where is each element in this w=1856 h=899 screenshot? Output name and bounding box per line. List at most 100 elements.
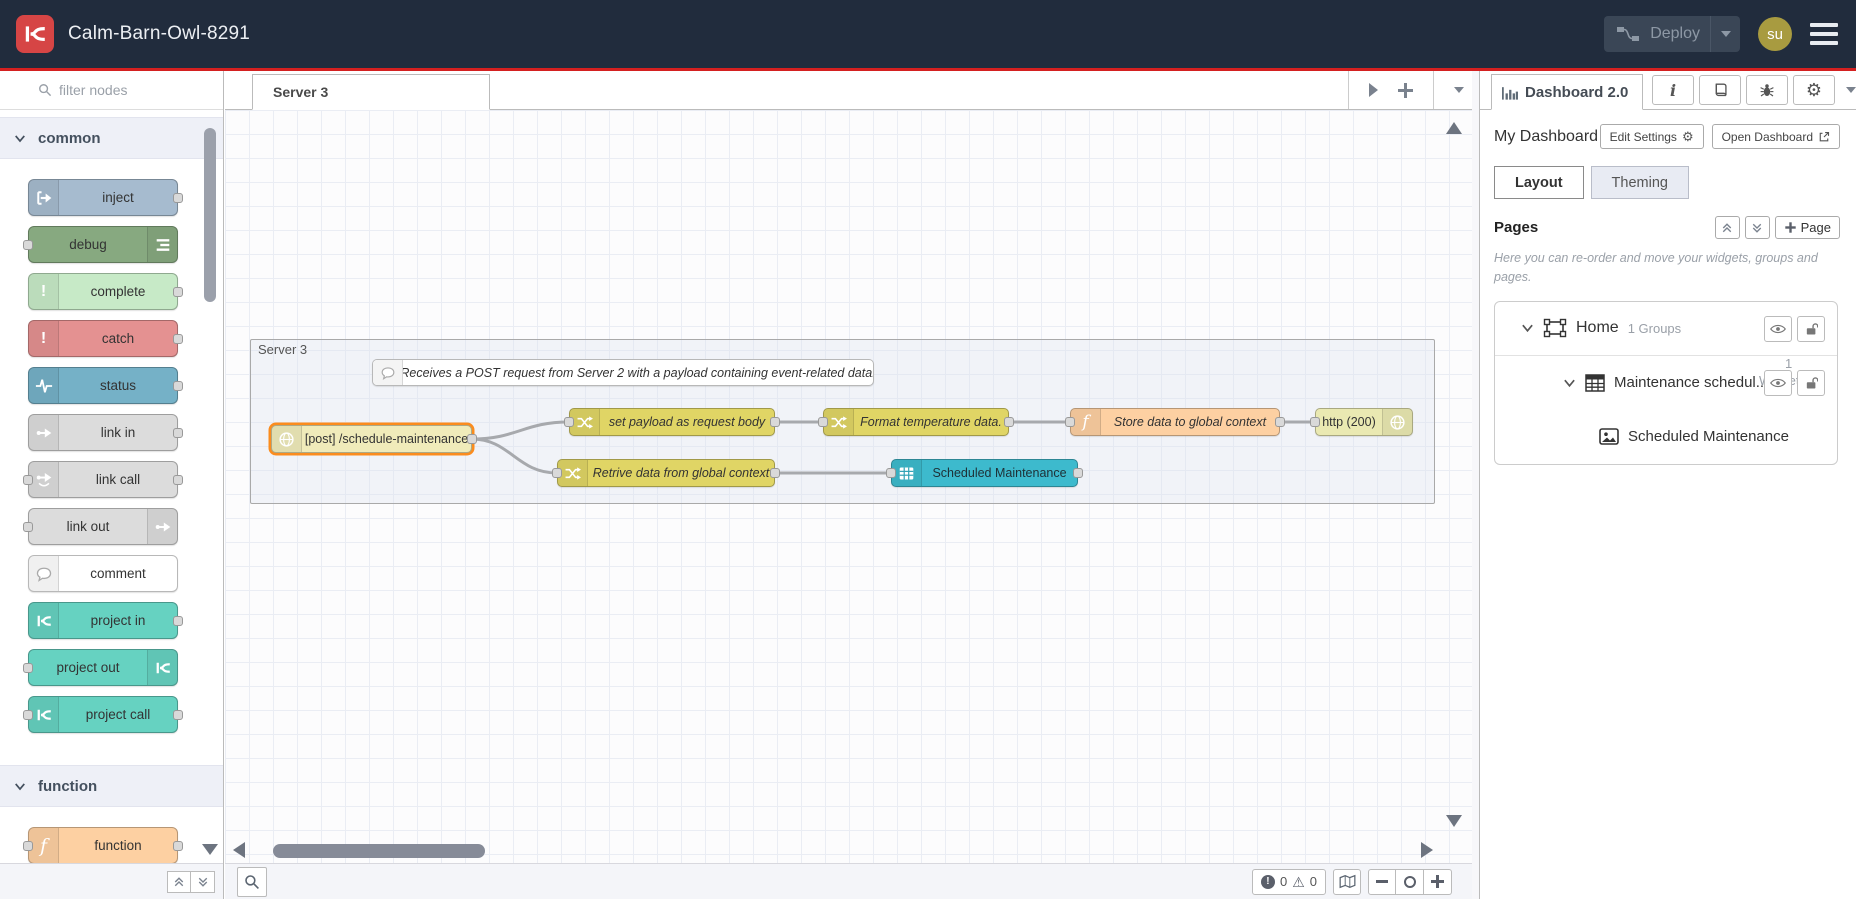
- palette-node-project-in[interactable]: project in: [28, 602, 183, 639]
- palette-scrollbar-thumb[interactable]: [204, 128, 216, 302]
- app-title: Calm-Barn-Owl-8291: [68, 23, 251, 44]
- palette-node-comment[interactable]: comment: [28, 555, 178, 592]
- book-icon: [1715, 83, 1727, 97]
- globe-icon: [272, 426, 302, 452]
- node-input-port[interactable]: [886, 468, 896, 478]
- expand-pages-button[interactable]: [1744, 216, 1770, 239]
- table-icon: [892, 460, 922, 486]
- sidebar-tabbar: Dashboard 2.0 i ⚙: [1480, 71, 1856, 110]
- palette-node-function[interactable]: f function: [23, 827, 183, 864]
- chevron-down-icon[interactable]: [1563, 378, 1576, 388]
- flow-node-table-widget[interactable]: Scheduled Maintenance: [886, 459, 1083, 487]
- flow-node-store-global[interactable]: f Store data to global context: [1065, 408, 1285, 436]
- canvas-scroll-right-icon[interactable]: [1421, 842, 1433, 858]
- canvas-scroll-down-icon[interactable]: [1446, 815, 1462, 827]
- flow-node-http-in[interactable]: [post] /schedule-maintenance: [271, 425, 477, 453]
- sidebar-tabs-caret-icon[interactable]: [1846, 87, 1856, 93]
- palette-node-debug[interactable]: debug: [23, 226, 178, 263]
- visibility-button[interactable]: [1764, 315, 1792, 342]
- palette-category-function[interactable]: function: [0, 765, 223, 807]
- external-link-icon: [1819, 131, 1830, 141]
- lock-button[interactable]: [1797, 369, 1825, 396]
- node-input-port[interactable]: [552, 468, 562, 478]
- node-input-port[interactable]: [1065, 417, 1075, 427]
- sidebar-tab-dashboard[interactable]: Dashboard 2.0: [1491, 74, 1643, 110]
- node-output-port[interactable]: [770, 417, 780, 427]
- main-menu-icon[interactable]: [1810, 23, 1838, 45]
- palette-search[interactable]: [0, 71, 223, 110]
- tree-row-home[interactable]: Home 1 Groups: [1495, 302, 1837, 356]
- canvas-scroll-up-icon[interactable]: [1446, 122, 1462, 134]
- sidebar-splitter[interactable]: [1472, 71, 1479, 899]
- debug-tab-button[interactable]: [1746, 75, 1788, 105]
- flow-tab-server3[interactable]: Server 3: [252, 74, 490, 110]
- canvas-scroll-left-icon[interactable]: [233, 842, 245, 858]
- flow-list-caret-icon[interactable]: [1454, 87, 1464, 93]
- node-input-port[interactable]: [1310, 417, 1320, 427]
- tab-theming[interactable]: Theming: [1590, 166, 1689, 199]
- navigator-button[interactable]: [1333, 868, 1361, 895]
- tab-layout[interactable]: Layout: [1494, 166, 1584, 199]
- expand-all-button[interactable]: [191, 870, 215, 893]
- tree-row-widget[interactable]: Scheduled Maintenance: [1495, 410, 1837, 464]
- palette-node-complete[interactable]: ! complete: [28, 273, 183, 310]
- info-tab-button[interactable]: i: [1652, 75, 1694, 105]
- pages-help-text: Here you can re-order and move your widg…: [1494, 251, 1818, 285]
- notification-counts[interactable]: ! 0 ⚠ 0: [1251, 868, 1326, 895]
- edit-settings-button[interactable]: Edit Settings ⚙: [1599, 124, 1704, 149]
- collapse-pages-button[interactable]: [1714, 216, 1740, 239]
- chevron-down-icon[interactable]: [1521, 323, 1534, 333]
- palette-category-common[interactable]: common: [0, 117, 223, 159]
- flow-node-retrieve-global[interactable]: Retrive data from global context: [552, 459, 780, 487]
- palette-node-inject[interactable]: inject: [28, 179, 183, 216]
- help-tab-button[interactable]: [1699, 75, 1741, 105]
- node-output-port[interactable]: [467, 434, 477, 444]
- canvas-hscrollbar-thumb[interactable]: [273, 844, 485, 858]
- zoom-in-button[interactable]: [1424, 868, 1452, 895]
- lock-button[interactable]: [1797, 315, 1825, 342]
- palette-scroll-down-icon[interactable]: [202, 844, 218, 855]
- user-avatar[interactable]: su: [1758, 17, 1792, 51]
- group-label: Maintenance schedul...: [1614, 374, 1769, 392]
- palette-node-link-call[interactable]: link call: [23, 461, 183, 498]
- palette-node-project-call[interactable]: project call: [23, 696, 183, 733]
- config-tab-button[interactable]: ⚙: [1793, 75, 1835, 105]
- node-input-port: [23, 840, 33, 851]
- collapse-all-button[interactable]: [167, 870, 191, 893]
- double-chevron-down-icon: [1752, 223, 1762, 233]
- palette-node-link-out[interactable]: link out: [23, 508, 178, 545]
- flow-node-http-response[interactable]: http (200): [1310, 408, 1413, 436]
- map-icon: [1339, 874, 1355, 889]
- palette-node-project-out[interactable]: project out: [23, 649, 178, 686]
- node-output-port[interactable]: [1275, 417, 1285, 427]
- palette-node-catch[interactable]: ! catch: [28, 320, 183, 357]
- change-shuffle-icon: [558, 460, 588, 486]
- pages-tree: Home 1 Groups Maintenance schedul... 1 S…: [1494, 300, 1838, 465]
- flow-node-format-temperature[interactable]: Format temperature data.: [818, 408, 1014, 436]
- filter-nodes-input[interactable]: [59, 82, 179, 98]
- node-output-port[interactable]: [770, 468, 780, 478]
- pages-heading: Pages: [1494, 219, 1539, 236]
- link-call-icon: [29, 462, 59, 497]
- flow-node-comment[interactable]: Receives a POST request from Server 2 wi…: [372, 359, 874, 386]
- function-icon: f: [29, 828, 59, 863]
- node-output-port[interactable]: [1073, 468, 1083, 478]
- add-flow-icon[interactable]: [1398, 82, 1413, 98]
- deploy-options-button[interactable]: [1710, 16, 1740, 52]
- visibility-button[interactable]: [1764, 369, 1792, 396]
- deploy-button[interactable]: Deploy: [1604, 16, 1740, 52]
- node-input-port[interactable]: [818, 417, 828, 427]
- palette-node-link-in[interactable]: link in: [28, 414, 183, 451]
- open-dashboard-button[interactable]: Open Dashboard: [1711, 124, 1840, 149]
- zoom-out-button[interactable]: [1368, 868, 1396, 895]
- palette-node-status[interactable]: status: [28, 367, 183, 404]
- add-page-button[interactable]: Page: [1774, 216, 1840, 239]
- zoom-reset-button[interactable]: [1396, 868, 1424, 895]
- flow-node-set-payload[interactable]: set payload as request body: [564, 408, 780, 436]
- tree-row-group[interactable]: Maintenance schedul... 1 Widgets: [1495, 356, 1837, 410]
- node-input-port[interactable]: [564, 417, 574, 427]
- node-output-port[interactable]: [1004, 417, 1014, 427]
- search-flows-button[interactable]: [237, 866, 267, 897]
- flow-canvas[interactable]: Server 3 Receives a POST request from Se…: [225, 110, 1472, 863]
- scroll-tabs-right-icon[interactable]: [1369, 83, 1378, 97]
